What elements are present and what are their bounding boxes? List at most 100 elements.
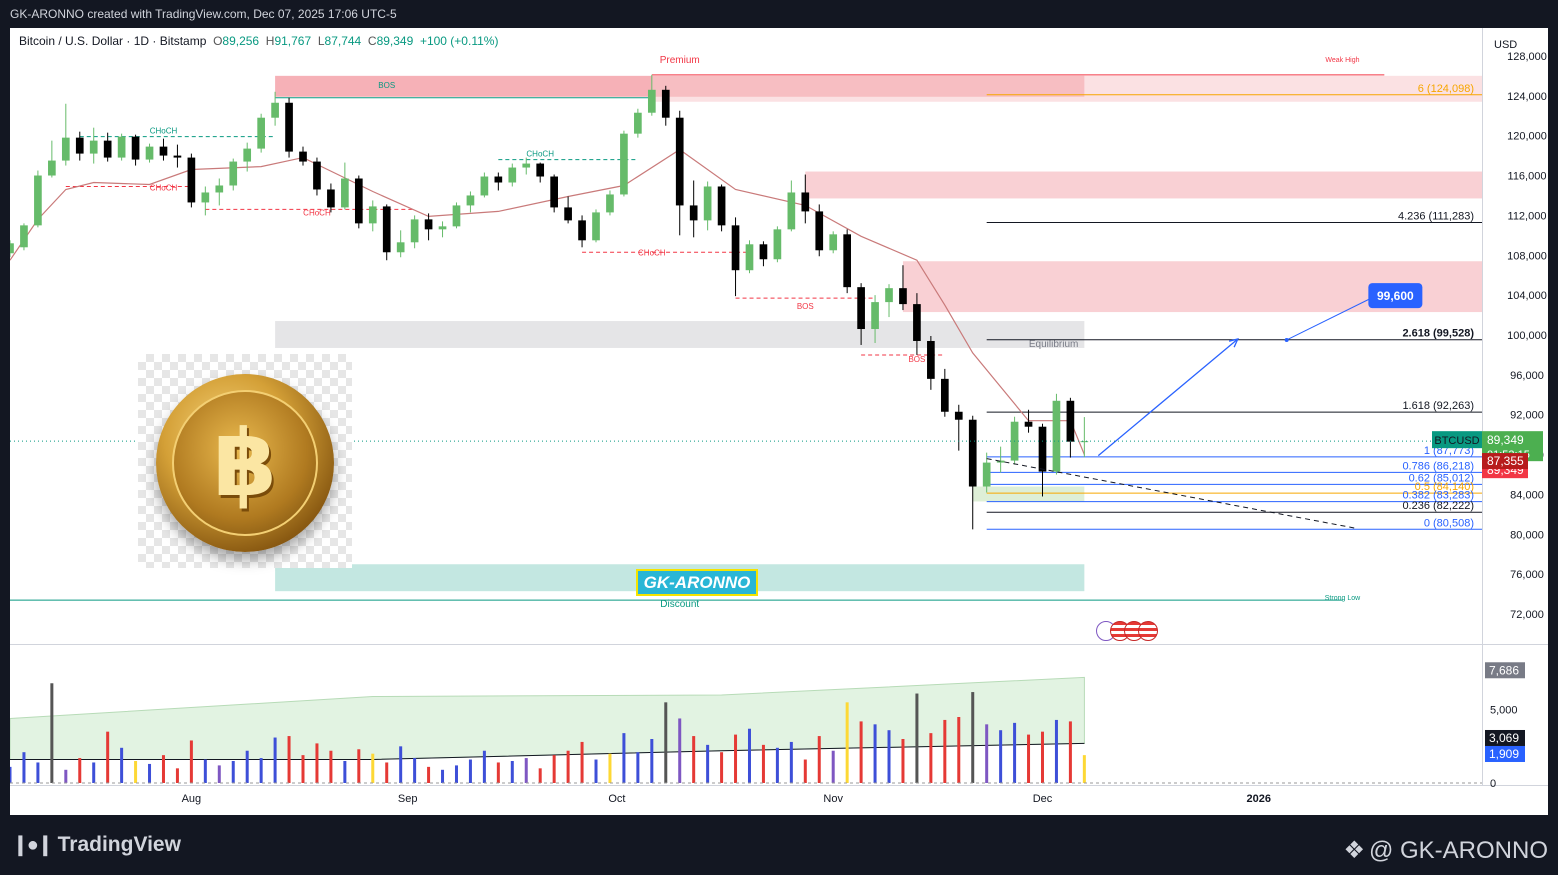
attribution-bar: GK-ARONNO created with TradingView.com, …: [0, 0, 1558, 28]
open-value: 89,256: [222, 34, 260, 48]
volume-bar: [566, 750, 570, 783]
candle-body: [20, 225, 28, 248]
close-label: C: [367, 34, 377, 48]
volume-last-label: 1,909: [1489, 747, 1519, 761]
y-tick-label: 116,000: [1508, 171, 1547, 183]
structure-label: BOS: [797, 302, 814, 311]
target-point: [1284, 337, 1289, 342]
candle-body: [34, 175, 42, 226]
high-value: 91,767: [274, 34, 312, 48]
candle-body: [145, 146, 154, 160]
y-tick-label: 84,000: [1510, 489, 1544, 501]
structure-label: Strong Low: [1325, 595, 1361, 602]
candle-body: [61, 137, 70, 161]
volume-bar: [10, 766, 12, 783]
structure-label: CHoCH: [526, 150, 554, 159]
volume-bar: [482, 750, 486, 783]
volume-bar: [301, 755, 305, 783]
volume-bar: [1068, 721, 1072, 783]
x-tick-label: Oct: [608, 793, 625, 805]
y-tick-label: 128,000: [1507, 51, 1547, 63]
volume-bar: [315, 743, 319, 783]
volume-bar: [413, 758, 417, 783]
volume-bar: [664, 702, 668, 783]
structure-label: CHoCH: [150, 183, 178, 192]
y-tick-label: 92,000: [1510, 410, 1544, 422]
zone-equilibrium: [275, 321, 1085, 348]
close-value: 89,349: [376, 34, 414, 48]
volume-bar: [831, 750, 835, 783]
candle-body: [899, 288, 907, 305]
y-tick-label: 100,000: [1507, 330, 1547, 342]
candle-body: [1052, 400, 1061, 472]
structure-label: CHoCH: [303, 208, 331, 217]
candle-body: [550, 176, 558, 208]
zone-demand: [972, 486, 1085, 502]
candle-body: [299, 151, 307, 162]
tradingview-logo[interactable]: ❙●❙ TradingView: [12, 832, 181, 857]
volume-bar: [720, 752, 724, 783]
target-label: 99,600: [1377, 289, 1414, 303]
economic-events-flag-icon[interactable]: [1096, 621, 1158, 641]
change-value: +100 (+0.11%): [419, 34, 499, 48]
candle-body: [229, 161, 238, 186]
volume-ma-label: 3,069: [1489, 731, 1519, 745]
structure-label: CHoCH: [638, 248, 666, 257]
symbol-legend[interactable]: Bitcoin / U.S. Dollar · 1D · Bitstamp O8…: [19, 34, 498, 48]
candle-body: [48, 160, 56, 176]
author-handle[interactable]: ❖ @ GK-ARONNO: [1343, 836, 1548, 865]
volume-bar: [845, 702, 849, 783]
candle-body: [661, 89, 670, 118]
volume-bar: [175, 768, 179, 783]
volume-bar: [427, 766, 431, 783]
volume-bar: [678, 718, 682, 783]
candle-body: [117, 136, 126, 158]
bitcoin-coin-image: ฿: [138, 354, 352, 568]
candle-body: [1066, 400, 1075, 442]
candle-body: [689, 205, 698, 221]
structure-label: BOS: [908, 355, 925, 364]
candle-body: [494, 176, 503, 183]
volume-tick-label: 5,000: [1490, 705, 1518, 717]
candle-body: [103, 140, 112, 158]
volume-bar: [538, 768, 542, 783]
candle-body: [438, 226, 447, 230]
volume-bar: [524, 758, 528, 783]
structure-label: CHoCH: [150, 127, 178, 136]
y-tick-label: 104,000: [1507, 290, 1547, 302]
coin-disc: ฿: [156, 374, 334, 552]
candle-body: [968, 419, 977, 487]
candle-body: [857, 287, 865, 330]
y-tick-label: 96,000: [1510, 370, 1544, 382]
volume-bar: [580, 741, 584, 783]
zone-supply-1: [651, 75, 1482, 102]
us-flag-icon[interactable]: [1138, 621, 1158, 641]
candle-body: [606, 194, 614, 213]
volume-bar: [106, 731, 110, 783]
candle-body: [773, 229, 782, 260]
x-tick-label: 2026: [1247, 793, 1271, 805]
x-tick-label: Dec: [1033, 793, 1053, 805]
volume-bar: [817, 736, 821, 783]
volume-bar: [399, 746, 403, 783]
author-diamond-icon: ❖: [1343, 837, 1365, 864]
author-text: @ GK-ARONNO: [1368, 836, 1548, 864]
volume-bar: [1027, 734, 1031, 783]
volume-bar: [357, 749, 361, 783]
volume-bar: [441, 769, 445, 783]
candle-body: [787, 192, 796, 230]
candle-body: [717, 186, 726, 226]
volume-bar: [36, 762, 40, 783]
volume-bar: [873, 724, 877, 783]
symbol-name: Bitcoin / U.S. Dollar · 1D · Bitstamp: [19, 34, 207, 48]
volume-bar: [510, 761, 514, 783]
volume-bar: [78, 758, 82, 783]
zone-label-premium: Premium: [660, 55, 700, 66]
candle-body: [327, 189, 335, 208]
volume-bar: [803, 759, 807, 783]
volume-bar: [734, 734, 738, 783]
current-price-label: 89,349: [1487, 433, 1524, 447]
volume-bar: [650, 739, 654, 783]
y-tick-label: 112,000: [1508, 210, 1547, 222]
candle-body: [843, 234, 851, 288]
